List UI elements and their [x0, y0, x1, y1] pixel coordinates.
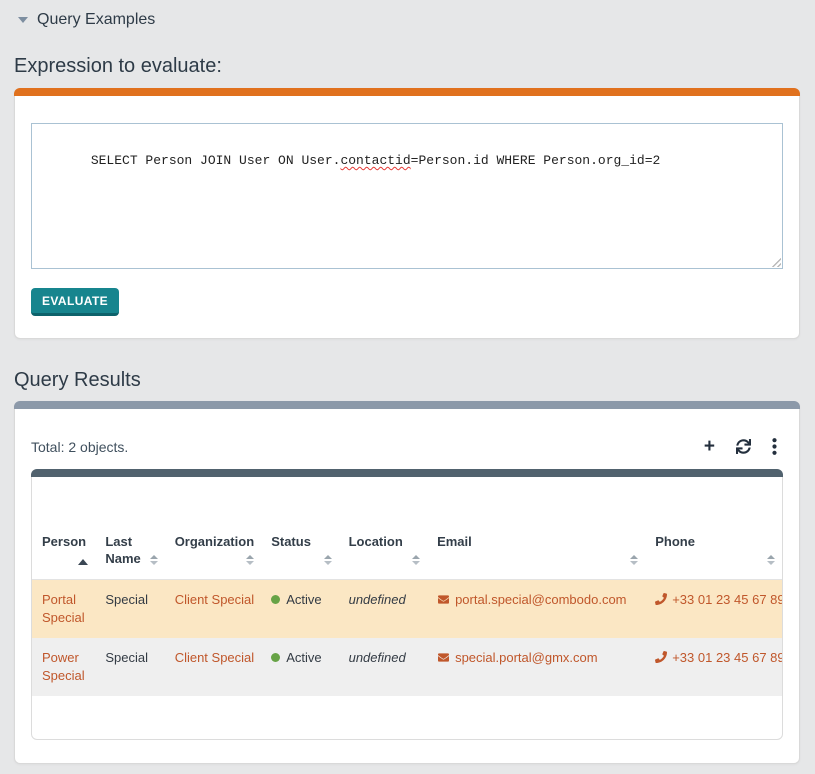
table-header-row: Person Last Name Organization Status: [32, 477, 782, 580]
sort-icon: [767, 555, 775, 565]
expression-heading: Expression to evaluate:: [14, 55, 800, 78]
person-link[interactable]: Portal Special: [42, 592, 85, 625]
email-link[interactable]: special.portal@gmx.com: [455, 650, 598, 665]
query-examples-label: Query Examples: [37, 11, 155, 29]
textarea-resize-grip[interactable]: [770, 256, 781, 267]
envelope-icon: [437, 652, 450, 663]
table-row[interactable]: Portal Special Special Client Special Ac…: [32, 580, 782, 639]
phone-icon: [655, 651, 667, 663]
column-header-last-name[interactable]: Last Name: [95, 477, 164, 580]
query-text-misspelled: contactid: [340, 153, 410, 168]
more-actions-button[interactable]: [772, 438, 777, 455]
query-text-prefix: SELECT Person JOIN User ON User.: [91, 153, 341, 168]
results-table: Person Last Name Organization Status: [32, 477, 782, 696]
organization-link[interactable]: Client Special: [175, 650, 255, 665]
table-slate-bar: [31, 469, 783, 477]
email-link[interactable]: portal.special@combodo.com: [455, 592, 626, 607]
sort-icon: [324, 555, 332, 565]
column-header-organization[interactable]: Organization: [165, 477, 262, 580]
location-cell: undefined: [339, 580, 427, 639]
column-header-status[interactable]: Status: [261, 477, 338, 580]
results-heading: Query Results: [14, 369, 800, 392]
phone-link[interactable]: +33 01 23 45 67 89: [672, 592, 782, 607]
query-text-suffix: =Person.id WHERE Person.org_id=2: [411, 153, 661, 168]
status-label: Active: [286, 650, 321, 665]
last-name-cell: Special: [95, 638, 164, 696]
status-active-icon: [271, 653, 280, 662]
orange-accent-bar: [14, 88, 800, 96]
refresh-button[interactable]: [736, 439, 751, 454]
column-header-location[interactable]: Location: [339, 477, 427, 580]
person-link[interactable]: Power Special: [42, 650, 85, 683]
add-object-button[interactable]: +: [704, 440, 715, 454]
expression-panel: SELECT Person JOIN User ON User.contacti…: [14, 88, 800, 339]
results-table-card: Person Last Name Organization Status: [31, 469, 783, 740]
sort-icon: [246, 555, 254, 565]
evaluate-button[interactable]: EVALUATE: [31, 288, 119, 316]
plus-icon: +: [704, 440, 715, 454]
table-row[interactable]: Power Special Special Client Special Act…: [32, 638, 782, 696]
last-name-cell: Special: [95, 580, 164, 639]
query-examples-toggle[interactable]: Query Examples: [14, 8, 800, 31]
status-label: Active: [286, 592, 321, 607]
location-cell: undefined: [339, 638, 427, 696]
column-header-person[interactable]: Person: [32, 477, 95, 580]
refresh-icon: [736, 439, 751, 454]
total-count-label: Total: 2 objects.: [31, 439, 128, 455]
envelope-icon: [437, 594, 450, 605]
sort-icon: [150, 555, 158, 565]
table-footer-space: [32, 696, 782, 739]
sort-icon: [630, 555, 638, 565]
column-header-phone[interactable]: Phone: [645, 477, 782, 580]
sort-icon: [412, 555, 420, 565]
results-toolbar: Total: 2 objects. +: [15, 409, 799, 464]
sort-ascending-icon: [78, 559, 88, 565]
phone-icon: [655, 593, 667, 605]
results-panel: Total: 2 objects. + Person: [14, 401, 800, 764]
organization-link[interactable]: Client Special: [175, 592, 255, 607]
status-active-icon: [271, 595, 280, 604]
column-header-email[interactable]: Email: [427, 477, 645, 580]
kebab-menu-icon: [772, 438, 777, 455]
phone-link[interactable]: +33 01 23 45 67 89: [672, 650, 782, 665]
caret-down-icon: [18, 17, 28, 23]
query-textarea[interactable]: SELECT Person JOIN User ON User.contacti…: [31, 123, 783, 269]
bluegray-accent-bar: [14, 401, 800, 409]
